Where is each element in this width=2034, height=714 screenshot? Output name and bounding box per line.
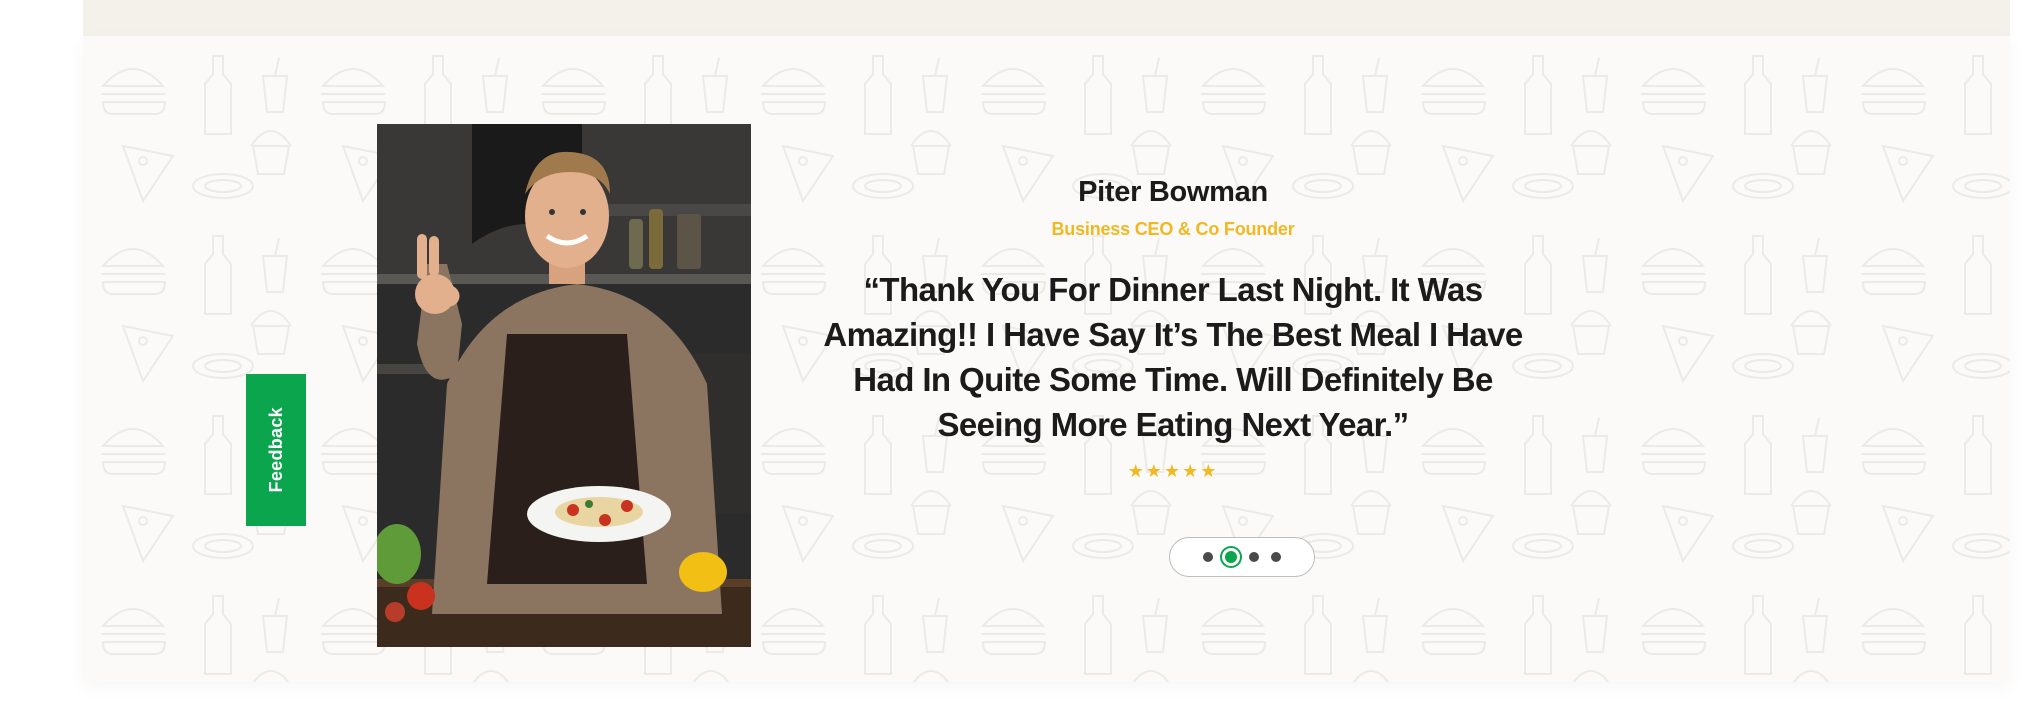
- chef-photo: [377, 124, 751, 647]
- feedback-tab-button[interactable]: Feedback: [246, 374, 306, 526]
- pagination-dot-4[interactable]: [1271, 552, 1281, 562]
- pagination-dot-2-active[interactable]: [1225, 551, 1237, 563]
- reviewer-name: Piter Bowman: [1078, 176, 1268, 208]
- reviewer-role: Business CEO & Co Founder: [1051, 219, 1295, 239]
- testimonial-quote: “Thank You For Dinner Last Night. It Was…: [823, 271, 1523, 443]
- pagination-dot-1[interactable]: [1203, 552, 1213, 562]
- testimonial-content: Piter Bowman Business CEO & Co Founder “…: [803, 176, 1543, 482]
- top-banner-strip: [83, 0, 2010, 36]
- testimonial-section: Piter Bowman Business CEO & Co Founder “…: [83, 36, 2010, 682]
- star-rating: ★★★★★: [1127, 461, 1219, 481]
- pagination-dot-3[interactable]: [1249, 552, 1259, 562]
- slider-pagination: [1169, 537, 1315, 577]
- feedback-tab-label: Feedback: [265, 407, 286, 493]
